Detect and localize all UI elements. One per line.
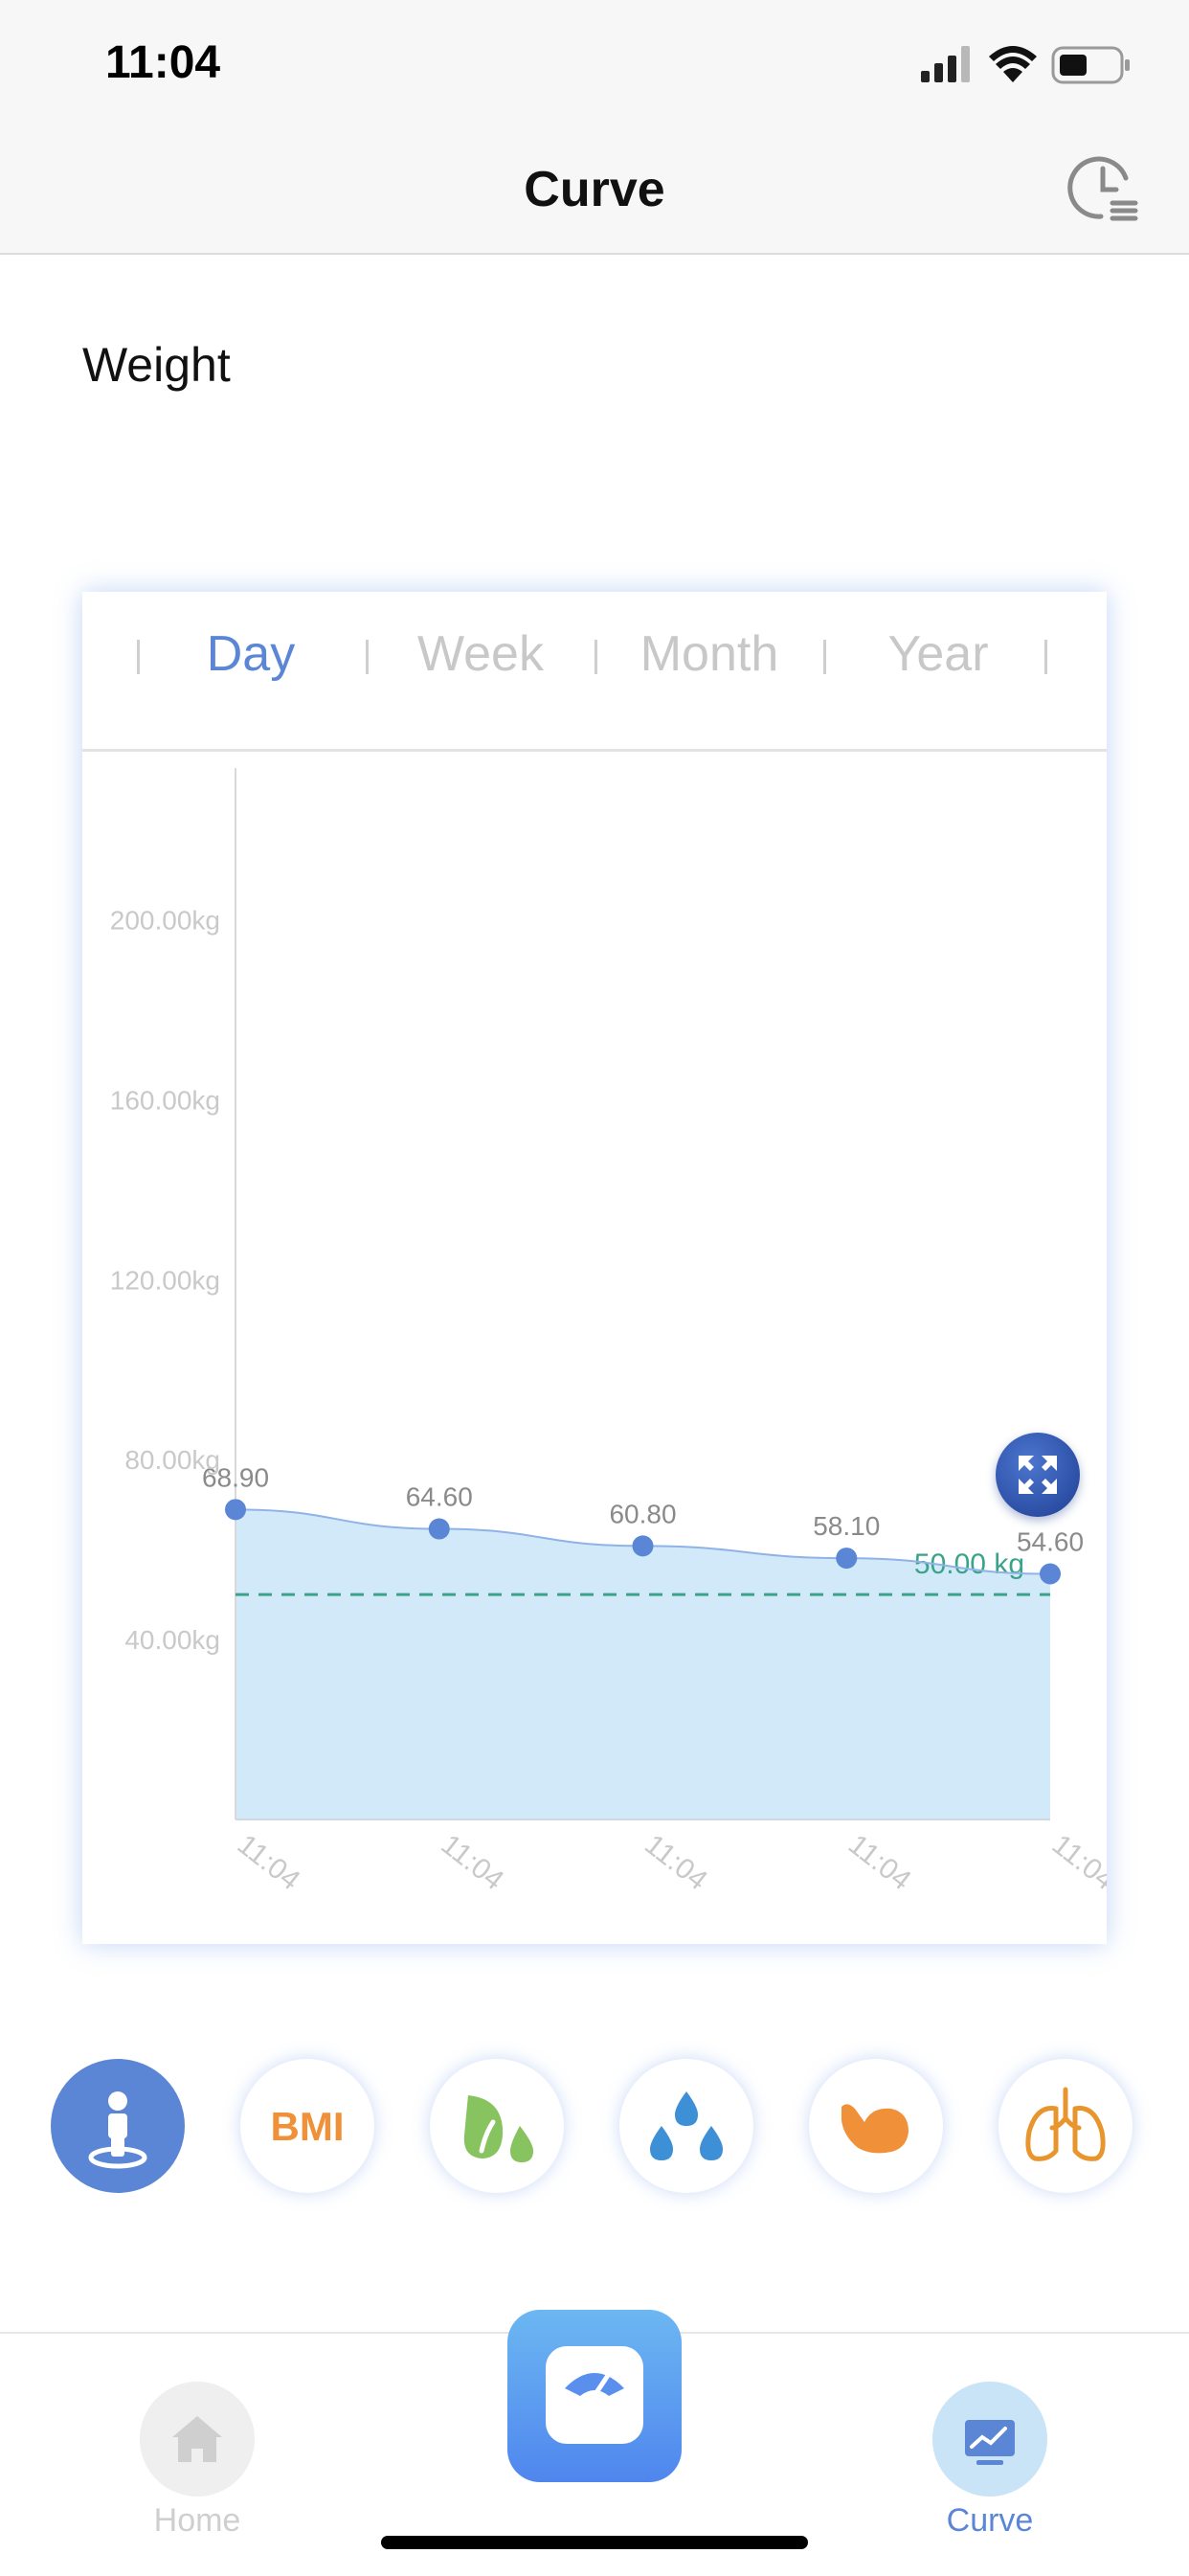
person-standing-icon bbox=[88, 2091, 147, 2169]
weight-chart: 50.00 kg 68.90 64.60 60.80 58.10 54.60 40.00… bbox=[82, 749, 1120, 1944]
muscle-arm-icon bbox=[841, 2104, 909, 2154]
target-line-label: 50.00 kg bbox=[914, 1548, 1024, 1580]
chart-icon-bg bbox=[932, 2382, 1047, 2497]
section-title: Weight bbox=[82, 338, 231, 392]
metric-selector: BMI bbox=[0, 2059, 1189, 2193]
clock-history-icon bbox=[1067, 156, 1138, 221]
tab-day[interactable]: Day bbox=[136, 625, 366, 683]
y-tick-label: 120.00kg bbox=[110, 1265, 220, 1295]
data-label: 58.10 bbox=[813, 1511, 880, 1541]
data-point bbox=[428, 1518, 450, 1540]
chart-icon bbox=[965, 2420, 1015, 2465]
wifi-icon bbox=[989, 46, 1037, 82]
x-tick-label: 11:04 bbox=[1046, 1829, 1107, 1897]
metric-muscle-button[interactable] bbox=[809, 2059, 943, 2193]
y-tick-label: 160.00kg bbox=[110, 1085, 220, 1115]
tab-home[interactable]: Home bbox=[101, 2382, 293, 2554]
status-bar: 11:04 bbox=[0, 0, 1189, 124]
tab-curve[interactable]: Curve bbox=[894, 2382, 1086, 2554]
lungs-icon bbox=[1025, 2087, 1106, 2161]
chart-card: Day Week Month Year 50.00 kg 68.90 64.60 6… bbox=[82, 592, 1120, 1944]
fat-drops-icon bbox=[463, 2095, 533, 2162]
metric-water-button[interactable] bbox=[619, 2059, 753, 2193]
status-icons bbox=[921, 46, 1130, 84]
tab-separator bbox=[1044, 640, 1047, 674]
data-label: 54.60 bbox=[1017, 1527, 1084, 1557]
scale-button[interactable] bbox=[507, 2310, 682, 2482]
data-point bbox=[632, 1535, 654, 1557]
data-label: 60.80 bbox=[609, 1499, 676, 1528]
data-label: 64.60 bbox=[406, 1482, 473, 1512]
page-title: Curve bbox=[524, 162, 665, 217]
data-point bbox=[1040, 1563, 1061, 1585]
y-tick-label: 40.00kg bbox=[124, 1625, 220, 1655]
y-tick-label: 80.00kg bbox=[124, 1445, 220, 1475]
home-icon bbox=[172, 2416, 222, 2462]
chart-svg: 50.00 kg 68.9064.6060.80 58.1054.60 40.00… bbox=[110, 768, 1120, 1897]
navigation-bar: Curve bbox=[0, 124, 1189, 255]
data-point bbox=[836, 1548, 858, 1570]
metric-fat-button[interactable] bbox=[430, 2059, 564, 2193]
metric-weight-button[interactable] bbox=[51, 2059, 185, 2193]
metric-lungs-button[interactable] bbox=[998, 2059, 1133, 2193]
period-tabs: Day Week Month Year bbox=[82, 592, 1107, 752]
battery-icon bbox=[1051, 46, 1130, 84]
tab-week[interactable]: Week bbox=[366, 625, 595, 683]
y-tick-label: 200.00kg bbox=[110, 906, 220, 936]
tab-curve-label: Curve bbox=[946, 2502, 1034, 2539]
home-icon-bg bbox=[140, 2382, 255, 2497]
bmi-label: BMI bbox=[270, 2104, 345, 2149]
x-tick-label: 11:04 bbox=[842, 1829, 917, 1897]
tab-month[interactable]: Month bbox=[594, 625, 824, 683]
water-drops-icon bbox=[650, 2091, 723, 2160]
x-tick-label: 11:04 bbox=[639, 1829, 713, 1897]
history-button[interactable] bbox=[1066, 151, 1141, 226]
x-tick-label: 11:04 bbox=[435, 1829, 509, 1897]
x-tick-label: 11:04 bbox=[232, 1829, 306, 1897]
home-indicator bbox=[381, 2536, 808, 2549]
tab-year[interactable]: Year bbox=[823, 625, 1053, 683]
cellular-signal-icon bbox=[921, 46, 970, 82]
metric-bmi-button[interactable]: BMI bbox=[240, 2059, 374, 2193]
expand-arrows-icon bbox=[1019, 1456, 1057, 1494]
data-point bbox=[225, 1499, 246, 1521]
scale-icon bbox=[546, 2346, 643, 2444]
status-time: 11:04 bbox=[105, 37, 221, 88]
expand-chart-button[interactable] bbox=[996, 1433, 1080, 1517]
tab-home-label: Home bbox=[153, 2502, 241, 2539]
